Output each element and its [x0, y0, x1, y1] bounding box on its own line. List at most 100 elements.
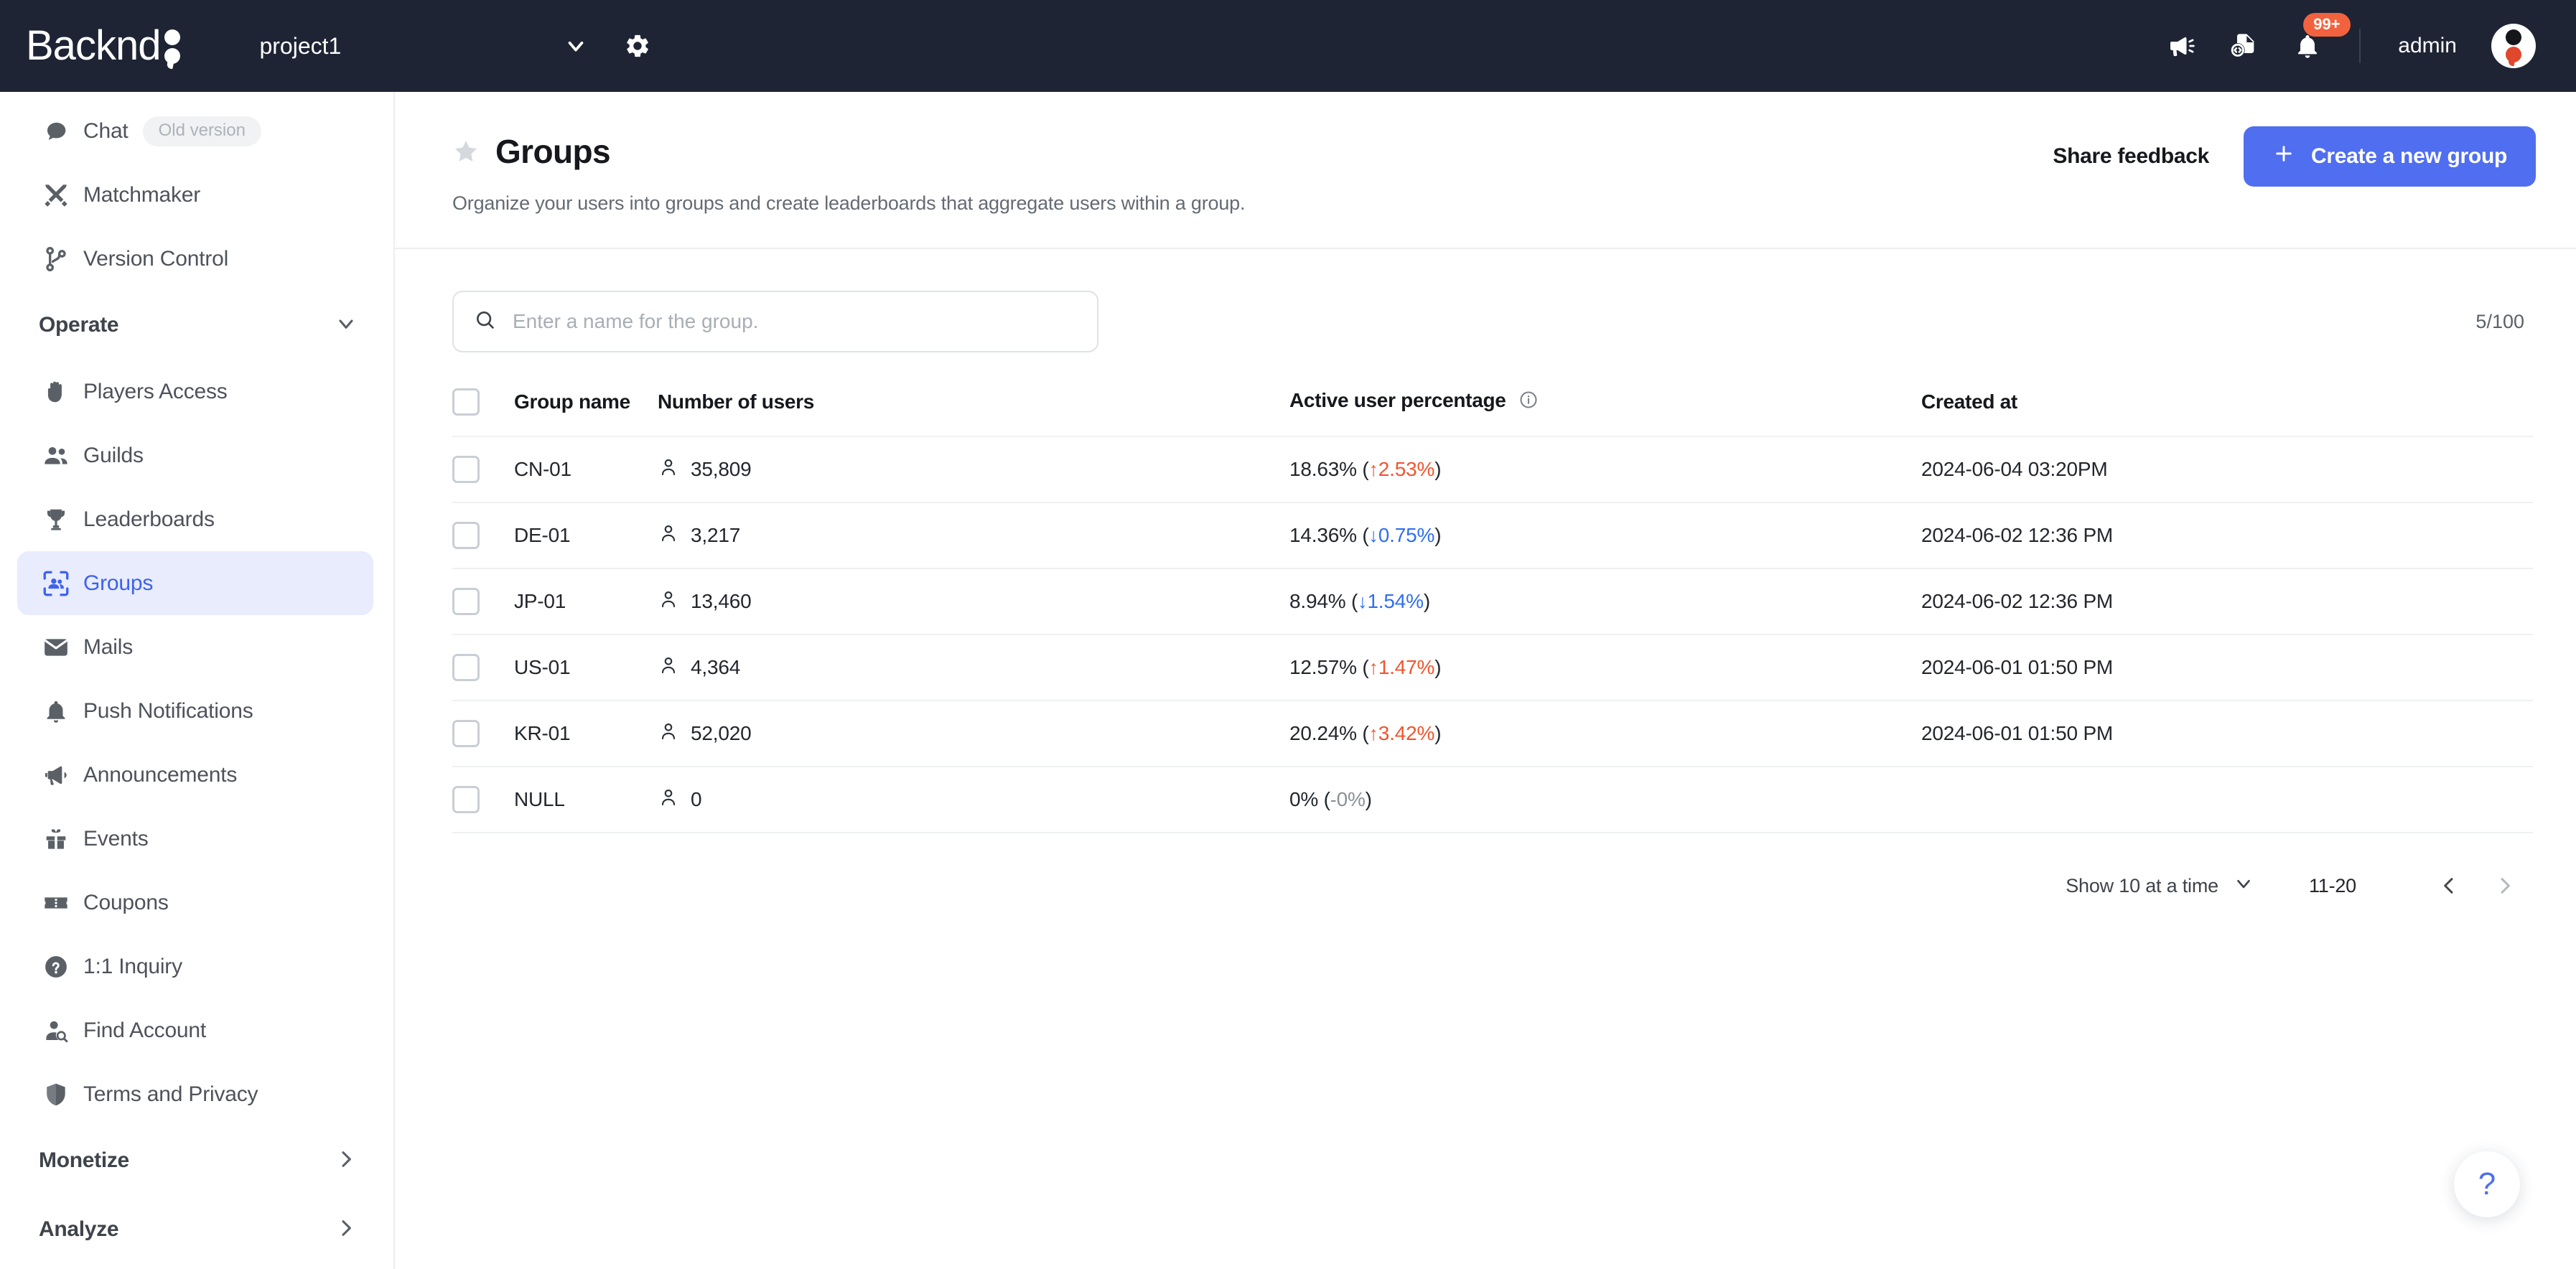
table-row[interactable]: CN-01 35,809 18.63% (↑2.53%) 2024-06-04 …: [452, 436, 2533, 502]
sidebar-item-label: Matchmaker: [83, 182, 201, 207]
page-subtitle: Organize your users into groups and crea…: [452, 192, 1246, 214]
section-title: Analyze: [39, 1217, 119, 1241]
sidebar-item-label: Version Control: [83, 246, 229, 271]
sidebar-item-label: Groups: [83, 571, 154, 595]
help-button[interactable]: ?: [2454, 1151, 2520, 1217]
groups-table: Group name Number of users Active user p…: [452, 377, 2533, 833]
hand-icon: [40, 376, 72, 408]
trophy-icon: [40, 504, 72, 535]
gift-icon: [40, 823, 72, 855]
cell-number-of-users: 13,460: [658, 568, 1289, 634]
project-chevron-down-icon[interactable]: [564, 34, 588, 58]
sidebar-item-terms-privacy[interactable]: Terms and Privacy: [17, 1062, 373, 1126]
cell-group-name: NULL: [514, 766, 658, 833]
sidebar-item-push-notifications[interactable]: Push Notifications: [17, 679, 373, 743]
row-select-cell: [452, 436, 514, 502]
sidebar-item-find-account[interactable]: Find Account: [17, 998, 373, 1062]
share-feedback-button[interactable]: Share feedback: [2053, 144, 2209, 169]
sidebar-item-inquiry[interactable]: 1:1 Inquiry: [17, 935, 373, 998]
plus-icon: [2272, 142, 2295, 171]
sidebar-item-mails[interactable]: Mails: [17, 615, 373, 679]
cell-active-user-percentage: 12.57% (↑1.47%): [1289, 634, 1921, 701]
search-row: 5/100: [452, 291, 2533, 352]
gear-icon[interactable]: [624, 32, 651, 60]
code-document-icon[interactable]: [2230, 32, 2259, 60]
per-page-label: Show 10 at a time: [2066, 874, 2218, 896]
users-value: 52,020: [691, 722, 752, 744]
sidebar-item-label: Chat: [83, 118, 129, 143]
sidebar-item-chat[interactable]: Chat Old version: [17, 99, 373, 163]
megaphone-icon: [40, 759, 72, 791]
users-value: 13,460: [691, 590, 752, 612]
sidebar: Chat Old version Matchmaker Version Cont…: [0, 92, 395, 1269]
delta-value: 0%: [1336, 788, 1366, 810]
users-value: 35,809: [691, 458, 752, 480]
search-input[interactable]: [513, 310, 1077, 333]
cell-group-name: CN-01: [514, 436, 658, 502]
cell-number-of-users: 52,020: [658, 700, 1289, 767]
sidebar-item-version-control[interactable]: Version Control: [17, 227, 373, 291]
create-new-group-button[interactable]: Create a new group: [2244, 126, 2536, 187]
sidebar-section-operate[interactable]: Operate: [0, 291, 393, 360]
search-box[interactable]: [452, 291, 1098, 352]
row-checkbox[interactable]: [452, 786, 480, 813]
sidebar-item-label: Players Access: [83, 379, 228, 403]
table-row[interactable]: KR-01 52,020 20.24% (↑3.42%) 2024-06-01 …: [452, 700, 2533, 767]
table-row[interactable]: JP-01 13,460 8.94% (↓1.54%) 2024-06-02 1…: [452, 568, 2533, 634]
row-checkbox[interactable]: [452, 456, 480, 483]
admin-label[interactable]: admin: [2398, 34, 2457, 58]
envelope-icon: [40, 632, 72, 663]
app-logo[interactable]: Backnd: [26, 25, 181, 67]
delta-arrow-icon: ↑: [1368, 723, 1378, 744]
next-page-button[interactable]: [2487, 868, 2523, 904]
pct-value: 14.36%: [1289, 524, 1357, 546]
select-all-header: [452, 377, 514, 436]
sidebar-item-leaderboards[interactable]: Leaderboards: [17, 487, 373, 551]
delta-value: 1.54%: [1367, 590, 1424, 612]
notification-badge: 99+: [2303, 13, 2351, 37]
sidebar-item-groups[interactable]: Groups: [17, 551, 373, 615]
sidebar-section-monetize[interactable]: Monetize: [0, 1126, 393, 1195]
header-group-name: Group name: [514, 390, 630, 413]
create-new-group-label: Create a new group: [2311, 144, 2507, 168]
table-row[interactable]: NULL 0 0% (-0%): [452, 766, 2533, 833]
delta-value: 3.42%: [1378, 722, 1435, 744]
table-row[interactable]: US-01 4,364 12.57% (↑1.47%) 2024-06-01 0…: [452, 634, 2533, 701]
sidebar-item-guilds[interactable]: Guilds: [17, 423, 373, 487]
cell-number-of-users: 35,809: [658, 436, 1289, 502]
info-icon[interactable]: [1518, 390, 1539, 415]
pct-value: 0%: [1289, 788, 1319, 810]
avatar[interactable]: [2491, 24, 2536, 68]
project-name[interactable]: project1: [259, 33, 341, 60]
row-checkbox[interactable]: [452, 720, 480, 747]
notification-bell-icon[interactable]: 99+: [2293, 13, 2351, 60]
row-checkbox[interactable]: [452, 588, 480, 615]
sidebar-section-analyze[interactable]: Analyze: [0, 1195, 393, 1264]
sidebar-item-announcements[interactable]: Announcements: [17, 743, 373, 807]
cell-active-user-percentage: 8.94% (↓1.54%): [1289, 568, 1921, 634]
per-page-selector[interactable]: Show 10 at a time: [2066, 873, 2254, 899]
sidebar-item-events[interactable]: Events: [17, 807, 373, 871]
row-checkbox[interactable]: [452, 654, 480, 681]
sidebar-item-coupons[interactable]: Coupons: [17, 871, 373, 935]
cell-number-of-users: 0: [658, 766, 1289, 833]
page-title: Groups: [495, 133, 611, 170]
cell-created-at: 2024-06-01 01:50 PM: [1921, 634, 2533, 701]
row-checkbox[interactable]: [452, 522, 480, 549]
cell-active-user-percentage: 14.36% (↓0.75%): [1289, 502, 1921, 568]
cell-active-user-percentage: 0% (-0%): [1289, 766, 1921, 833]
chevron-down-icon: [335, 312, 358, 339]
bell-icon: [40, 696, 72, 727]
person-icon: [658, 721, 679, 747]
sidebar-item-players-access[interactable]: Players Access: [17, 360, 373, 423]
sidebar-item-matchmaker[interactable]: Matchmaker: [17, 163, 373, 227]
table-row[interactable]: DE-01 3,217 14.36% (↓0.75%) 2024-06-02 1…: [452, 502, 2533, 568]
favorite-star-icon[interactable]: [452, 138, 480, 165]
shield-icon: [40, 1079, 72, 1110]
header-created-at: Created at: [1921, 390, 2017, 413]
megaphone-icon[interactable]: [2167, 32, 2195, 60]
previous-page-button[interactable]: [2431, 868, 2467, 904]
select-all-checkbox[interactable]: [452, 388, 480, 416]
delta-arrow-icon: ↑: [1368, 459, 1378, 480]
user-search-icon: [40, 1015, 72, 1046]
